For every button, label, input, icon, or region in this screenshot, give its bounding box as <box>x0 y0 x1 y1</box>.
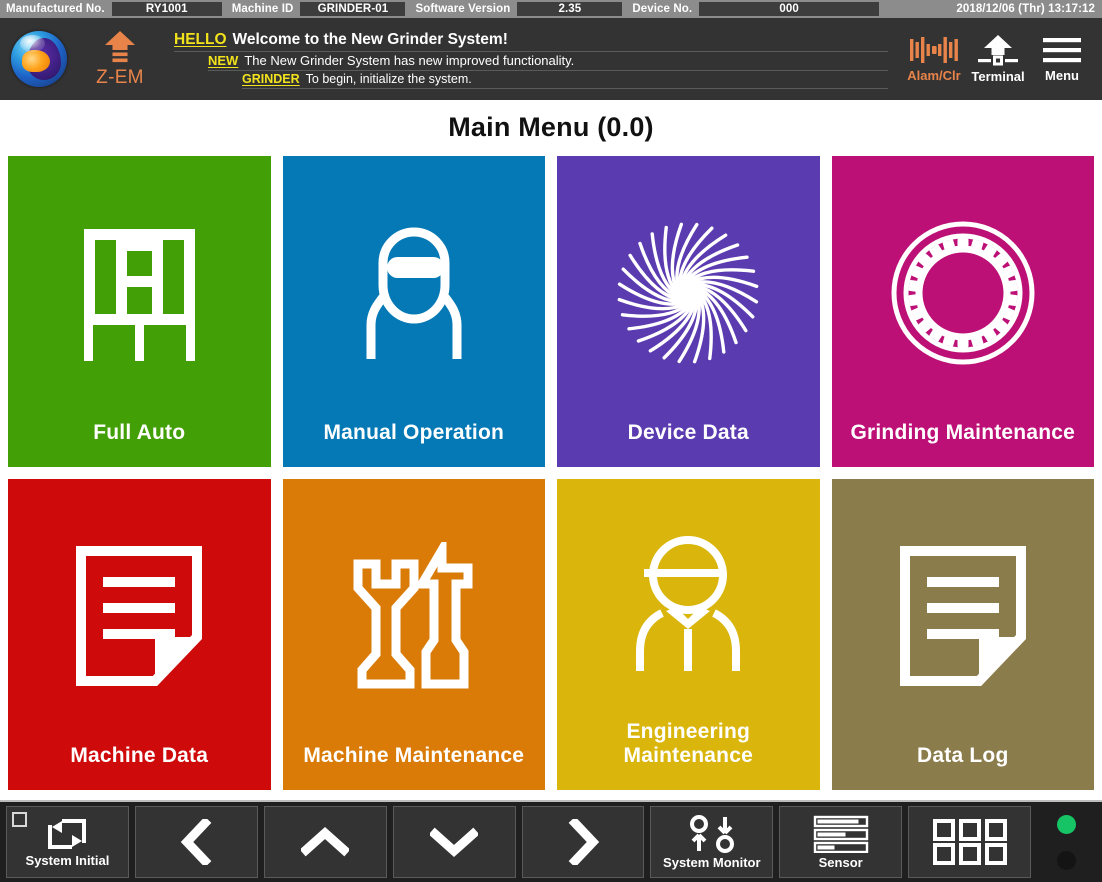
chevron-up-icon <box>301 822 349 862</box>
system-monitor-label: System Monitor <box>663 855 761 870</box>
software-version-value: 2.35 <box>517 2 622 16</box>
header-bar: Z-EM HELLO Welcome to the New Grinder Sy… <box>0 18 1102 100</box>
chevron-right-icon <box>563 819 603 865</box>
tile-label-manual-operation: Manual Operation <box>317 421 510 467</box>
nav-up-button[interactable] <box>264 806 387 878</box>
message-3-text: To begin, initialize the system. <box>306 72 472 86</box>
monitor-updown-icon <box>687 815 737 853</box>
tile-label-machine-data: Machine Data <box>64 744 214 790</box>
system-initial-button[interactable]: System Initial <box>6 806 129 878</box>
message-line-3: GRINDER To begin, initialize the system. <box>174 72 888 89</box>
tile-label-machine-maintenance: Machine Maintenance <box>297 744 530 790</box>
software-version-label: Software Version <box>405 3 517 15</box>
terminal-label: Terminal <box>971 69 1024 84</box>
alarm-clear-label: Alam/Clr <box>903 68 965 83</box>
tile-icon-wrap <box>557 479 820 720</box>
sensor-bars-icon <box>813 815 869 853</box>
message-2-text: The New Grinder System has new improved … <box>244 53 574 68</box>
welder-operator-icon <box>349 219 479 367</box>
tile-icon-wrap <box>8 156 271 421</box>
tile-manual-operation[interactable]: Manual Operation <box>283 156 546 467</box>
message-1-key: HELLO <box>174 31 227 49</box>
message-3-key: GRINDER <box>242 72 300 86</box>
grid-squares-icon <box>932 818 1008 866</box>
menu-label: Menu <box>1045 68 1079 83</box>
terminal-button[interactable]: Terminal <box>966 18 1030 100</box>
tile-icon-wrap: {} <box>557 156 820 421</box>
nav-down-button[interactable] <box>393 806 516 878</box>
message-2-key: NEW <box>208 53 238 68</box>
wrench-screwdriver-icon <box>348 542 480 690</box>
engineer-person-icon <box>622 533 754 675</box>
tile-grinding-maintenance[interactable]: Grinding Maintenance <box>832 156 1095 467</box>
status-bar: Manufactured No. RY1001 Machine ID GRIND… <box>0 0 1102 18</box>
header-actions: Alam/Clr Terminal <box>902 18 1102 100</box>
tile-engineering-maintenance[interactable]: Engineering Maintenance <box>557 479 820 790</box>
menu-tile-grid: Full Auto Manual Operation <box>8 156 1094 800</box>
turbine-impeller-icon: {} <box>613 218 763 368</box>
message-panel: HELLO Welcome to the New Grinder System!… <box>162 25 902 93</box>
roller-bearing-icon <box>888 218 1038 368</box>
tile-label-data-log: Data Log <box>911 744 1014 790</box>
tile-machine-maintenance[interactable]: Machine Maintenance <box>283 479 546 790</box>
terminal-upload-icon <box>976 34 1020 66</box>
message-line-2: NEW The New Grinder System has new impro… <box>174 53 888 71</box>
tile-full-auto[interactable]: Full Auto <box>8 156 271 467</box>
tile-icon-wrap <box>832 156 1095 421</box>
datetime-display: 2018/12/06 (Thr) 13:17:12 <box>956 3 1102 15</box>
grid-view-button[interactable] <box>908 806 1031 878</box>
chevron-left-icon <box>176 819 216 865</box>
tile-label-full-auto: Full Auto <box>87 421 191 467</box>
manufactured-no-value: RY1001 <box>112 2 222 16</box>
tile-machine-data[interactable]: Machine Data <box>8 479 271 790</box>
message-1-text: Welcome to the New Grinder System! <box>233 31 508 49</box>
bottom-toolbar: System Initial <box>0 800 1102 882</box>
system-initial-label: System Initial <box>26 853 110 868</box>
cycle-arrows-icon <box>46 817 88 851</box>
document-lines-icon <box>75 545 203 687</box>
sensor-label: Sensor <box>819 855 863 870</box>
tile-icon-wrap <box>283 479 546 744</box>
nav-right-button[interactable] <box>522 806 645 878</box>
tile-label-engineering-maintenance: Engineering Maintenance <box>618 720 759 790</box>
status-led-on <box>1057 815 1076 834</box>
status-led-group <box>1037 806 1096 878</box>
manufactured-no-label: Manufactured No. <box>4 3 112 15</box>
machine-id-value: GRINDER-01 <box>300 2 405 16</box>
alarm-waveform-icon <box>909 35 959 65</box>
chevron-down-icon <box>430 822 478 862</box>
alarm-clear-button[interactable]: Alam/Clr <box>902 18 966 100</box>
menu-button[interactable]: Menu <box>1030 18 1094 100</box>
zem-label: Z-EM <box>96 67 144 89</box>
zem-indicator[interactable]: Z-EM <box>78 30 162 89</box>
device-no-label: Device No. <box>622 3 699 15</box>
device-no-value: 000 <box>699 2 879 16</box>
nav-left-button[interactable] <box>135 806 258 878</box>
machine-id-label: Machine ID <box>222 3 301 15</box>
logo-gloss-highlight <box>20 35 45 52</box>
tile-icon-wrap <box>832 479 1095 744</box>
message-line-1: HELLO Welcome to the New Grinder System! <box>174 31 888 52</box>
up-arrow-stack-icon <box>103 30 137 66</box>
tile-data-log[interactable]: Data Log <box>832 479 1095 790</box>
sphere-logo-icon <box>11 31 67 87</box>
tile-icon-wrap <box>8 479 271 744</box>
tile-label-grinding-maintenance: Grinding Maintenance <box>844 421 1081 467</box>
page-title: Main Menu (0.0) <box>8 100 1094 156</box>
status-led-off <box>1057 851 1076 870</box>
company-logo <box>0 18 78 100</box>
main-content: Main Menu (0.0) <box>0 100 1102 800</box>
system-initial-checkbox[interactable] <box>12 812 27 827</box>
hmi-screen: Manufactured No. RY1001 Machine ID GRIND… <box>0 0 1102 882</box>
system-monitor-button[interactable]: System Monitor <box>650 806 773 878</box>
sensor-button[interactable]: Sensor <box>779 806 902 878</box>
tile-label-device-data: Device Data <box>622 421 755 467</box>
tile-icon-wrap <box>283 156 546 421</box>
tile-device-data[interactable]: {} Device Data <box>557 156 820 467</box>
press-machine-icon <box>72 223 207 363</box>
hamburger-menu-icon <box>1041 35 1083 65</box>
document-lines-icon <box>899 545 1027 687</box>
